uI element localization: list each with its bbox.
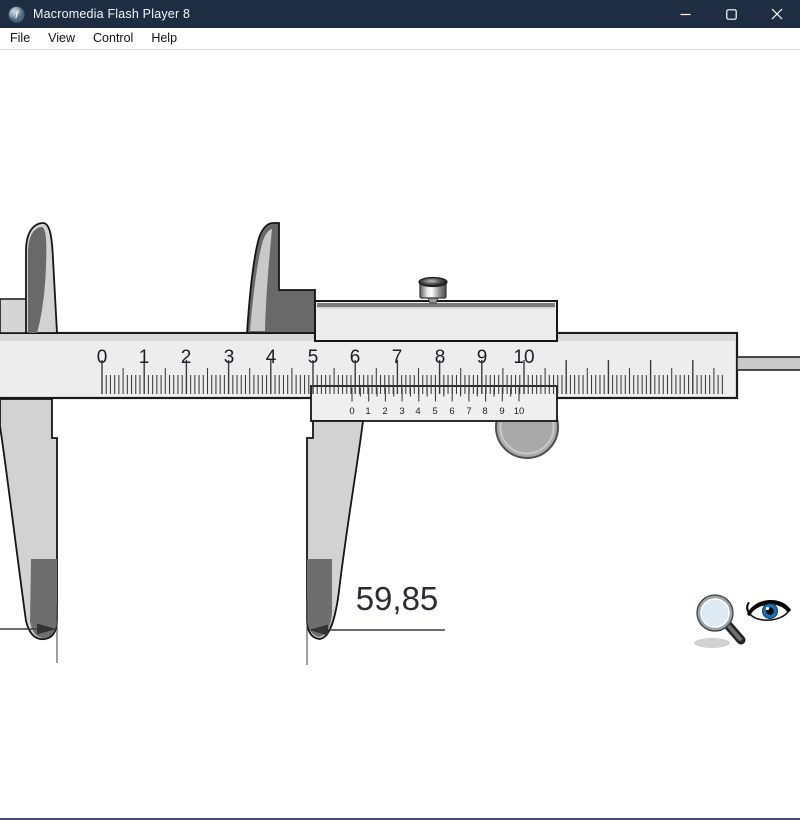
vernier-scale-label: 3 xyxy=(399,406,404,417)
caliper-stage: 0 1 2 3 4 5 6 7 8 9 10 0 1 2 3 4 5 6 7 xyxy=(0,51,800,820)
depth-rod xyxy=(737,357,800,370)
vernier-scale-label: 0 xyxy=(349,406,354,417)
vernier-scale-label: 5 xyxy=(432,406,437,417)
moving-lower-jaw[interactable] xyxy=(307,421,363,639)
fixed-lower-jaw xyxy=(0,399,57,639)
magnifier-shadow xyxy=(694,638,730,648)
vernier-scale-label: 8 xyxy=(482,406,487,417)
fixed-upper-jaw xyxy=(26,223,57,333)
main-scale-label: 5 xyxy=(308,347,319,368)
slider-box[interactable] xyxy=(315,301,557,341)
lock-screw[interactable] xyxy=(419,278,447,304)
main-scale-label: 3 xyxy=(224,347,235,368)
main-scale-label: 6 xyxy=(350,347,361,368)
magnifier-icon xyxy=(697,595,741,640)
maximize-icon xyxy=(726,9,737,20)
eye-icon xyxy=(747,602,789,620)
main-scale-label: 8 xyxy=(435,347,446,368)
vernier-scale-label: 4 xyxy=(415,406,420,417)
main-scale-label: 2 xyxy=(181,347,192,368)
measurement-value: 59,85 xyxy=(356,580,439,617)
titlebar: f Macromedia Flash Player 8 xyxy=(0,0,800,28)
close-icon xyxy=(771,8,783,20)
moving-upper-jaw[interactable] xyxy=(247,223,315,333)
menu-item-file[interactable]: File xyxy=(6,28,39,49)
window-title: Macromedia Flash Player 8 xyxy=(33,7,190,21)
minimize-icon xyxy=(680,9,691,20)
vernier-scale-label: 6 xyxy=(449,406,454,417)
vernier-scale-label: 7 xyxy=(466,406,471,417)
flash-player-window: f Macromedia Flash Player 8 xyxy=(0,0,800,820)
main-scale-label: 9 xyxy=(477,347,488,368)
zoom-button[interactable] xyxy=(694,595,741,648)
main-scale-label: 10 xyxy=(513,347,534,368)
minimize-button[interactable] xyxy=(662,0,708,28)
vernier-scale-label: 9 xyxy=(499,406,504,417)
main-scale-label: 1 xyxy=(139,347,150,368)
menu-item-help[interactable]: Help xyxy=(142,28,186,49)
menubar: File View Control Help xyxy=(0,28,800,50)
vernier-scale-label: 1 xyxy=(365,406,370,417)
menu-item-control[interactable]: Control xyxy=(84,28,142,49)
maximize-button[interactable] xyxy=(708,0,754,28)
close-button[interactable] xyxy=(754,0,800,28)
window-controls xyxy=(662,0,800,28)
main-scale-label: 7 xyxy=(392,347,403,368)
vernier-scale-label: 10 xyxy=(514,406,525,417)
flash-logo-icon: f xyxy=(8,6,25,23)
main-scale-label: 0 xyxy=(97,347,108,368)
vernier-scale-label: 2 xyxy=(382,406,387,417)
view-button[interactable] xyxy=(747,602,789,620)
menu-item-view[interactable]: View xyxy=(39,28,84,49)
main-scale-label: 4 xyxy=(266,347,277,368)
